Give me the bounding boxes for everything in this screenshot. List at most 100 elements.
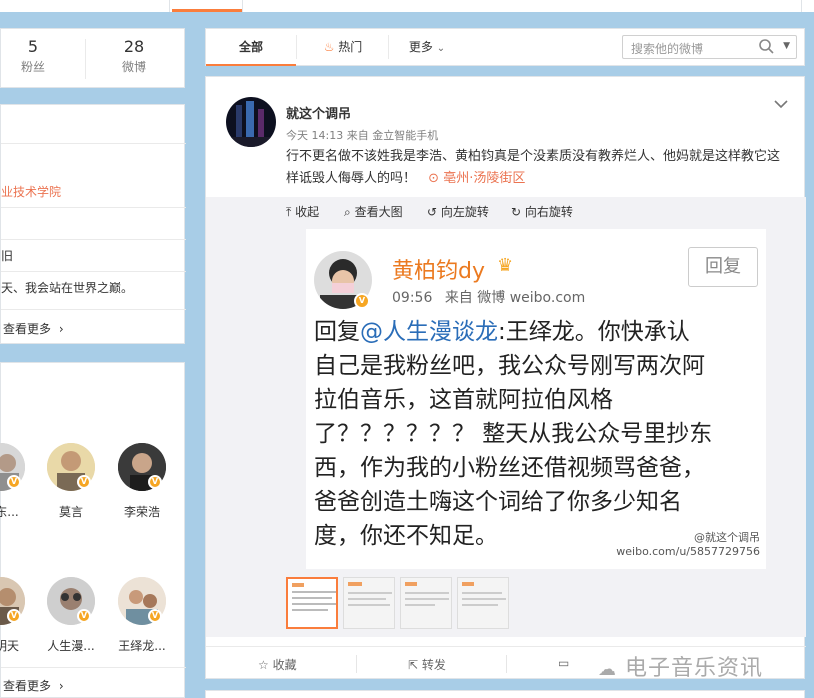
next-post bbox=[205, 690, 805, 698]
verified-icon: V bbox=[7, 475, 21, 489]
image-thumbnail[interactable] bbox=[457, 577, 509, 629]
stat-num: 28 bbox=[123, 37, 145, 56]
info-line: 旧 bbox=[1, 249, 14, 263]
stat-fans[interactable]: 5 粉丝 bbox=[0, 37, 73, 75]
comment-icon[interactable]: ▭ bbox=[558, 656, 569, 670]
tab-hot[interactable]: ♨ 热门 bbox=[298, 29, 388, 66]
watermark-text: 电子音乐资讯 bbox=[625, 656, 764, 681]
post-meta: 今天 14:13 来自 金立智能手机 bbox=[286, 129, 439, 142]
feed-tabs: 全部 ♨ 热门 更多 ⌄ 搜索他的微博 ▼ bbox=[205, 28, 805, 66]
profile-stats-panel: 5 粉丝 28 微博 bbox=[0, 28, 185, 88]
tab-all-label: 全部 bbox=[238, 40, 263, 54]
person-name[interactable]: 东... bbox=[0, 503, 37, 520]
chevron-down-icon[interactable] bbox=[774, 95, 788, 114]
person-name[interactable]: 王绎龙... bbox=[112, 637, 172, 654]
profile-info-panel: 业技术学院 旧 天、我会站在世界之巅。 查看更多 › bbox=[0, 104, 186, 344]
embedded-body-line: 回复@人生漫谈龙:王绎龙。你快承认 bbox=[314, 315, 764, 349]
see-more-label: 查看更多 bbox=[3, 679, 52, 693]
search-input[interactable]: 搜索他的微博 ▼ bbox=[622, 35, 797, 59]
star-icon: ☆ bbox=[258, 658, 269, 672]
fire-icon: ♨ bbox=[323, 40, 335, 54]
embedded-time: 09:56 来自 微博 weibo.com bbox=[392, 287, 585, 307]
search-placeholder: 搜索他的微博 bbox=[631, 42, 704, 56]
magnify-icon: ⌕ bbox=[344, 205, 351, 219]
embedded-source: 来自 微博 weibo.com bbox=[444, 290, 586, 306]
image-thumbnail[interactable] bbox=[400, 577, 452, 629]
watermark-url: weibo.com/u/5857729756 bbox=[616, 545, 760, 558]
verified-icon: V bbox=[148, 475, 162, 489]
school-link[interactable]: 业技术学院 bbox=[1, 183, 61, 200]
chevron-down-icon: ⌄ bbox=[436, 43, 446, 54]
weibo-post: 就这个调吊 今天 14:13 来自 金立智能手机 行不更名做不该姓我是李浩、黄柏… bbox=[205, 76, 806, 682]
tab-all[interactable]: 全部 bbox=[206, 29, 296, 66]
rotate-right-icon: ↻ bbox=[511, 205, 522, 219]
tab-hot-label: 热门 bbox=[338, 40, 363, 54]
stat-num: 5 bbox=[27, 37, 39, 56]
embedded-body-line: 了？？？？？？ 整天从我公众号里抄东 bbox=[314, 421, 713, 447]
image-thumbnail[interactable] bbox=[343, 577, 395, 629]
person-name[interactable]: 李荣浩 bbox=[112, 503, 172, 520]
chevron-right-icon: › bbox=[58, 322, 64, 336]
verified-icon: V bbox=[148, 609, 162, 623]
reply-prefix: 回复 bbox=[314, 319, 360, 345]
following-panel: V V V 东... 莫言 李荣浩 V V V 明天 人生漫... 王绎龙...… bbox=[0, 362, 186, 698]
chevron-right-icon: › bbox=[58, 679, 64, 693]
embedded-body-line: 自己是我粉丝吧，我公众号刚写两次阿 bbox=[314, 353, 705, 379]
see-more-link[interactable]: 查看更多 › bbox=[3, 320, 64, 337]
see-more-link[interactable]: 查看更多 › bbox=[3, 677, 64, 694]
rotate-left-label: 向左旋转 bbox=[440, 205, 489, 219]
author-avatar[interactable] bbox=[226, 97, 276, 147]
search-icon[interactable] bbox=[758, 38, 774, 57]
view-large-label: 查看大图 bbox=[354, 205, 403, 219]
watermark-overlay: ☁ 电子音乐资讯 bbox=[598, 650, 763, 682]
watermark-handle: @就这个调吊 bbox=[694, 531, 760, 544]
post-text: 行不更名做不该姓我是李浩、黄柏钧真是个没素质没有教养烂人、他妈就是这样教它这样诋… bbox=[286, 146, 786, 190]
person-name[interactable]: 莫言 bbox=[41, 503, 101, 520]
verified-icon: V bbox=[77, 475, 91, 489]
author-name[interactable]: 就这个调吊 bbox=[286, 103, 351, 122]
post-image[interactable]: V 黄柏钧dy ♛ 09:56 来自 微博 weibo.com 回复 回复@人生… bbox=[306, 229, 766, 569]
see-more-label: 查看更多 bbox=[3, 322, 52, 336]
embedded-body-line: 拉伯音乐，这首就阿拉伯风格 bbox=[314, 387, 613, 413]
rotate-left-button[interactable]: ↺ 向左旋转 bbox=[427, 203, 489, 220]
location-pin-icon: ⊙ bbox=[428, 171, 440, 186]
image-thumbnail[interactable] bbox=[286, 577, 338, 629]
embedded-mention: @人生漫谈龙 bbox=[360, 319, 498, 345]
tab-more[interactable]: 更多 ⌄ bbox=[392, 29, 462, 66]
post-text-body: 行不更名做不该姓我是李浩、黄柏钧真是个没素质没有教养烂人、他妈就是这样教它这样诋… bbox=[286, 149, 781, 186]
wechat-icon: ☁ bbox=[598, 659, 617, 680]
collapse-button[interactable]: ⤒ 收起 bbox=[286, 203, 319, 220]
favorite-button[interactable]: ☆ 收藏 bbox=[258, 656, 297, 673]
image-watermark: @就这个调吊 weibo.com/u/5857729756 bbox=[616, 529, 760, 558]
collapse-label: 收起 bbox=[295, 205, 320, 219]
top-tab-indicator bbox=[172, 9, 242, 12]
forward-icon: ⇱ bbox=[408, 658, 419, 672]
stat-weibo[interactable]: 28 微博 bbox=[94, 37, 174, 75]
verified-icon: V bbox=[354, 293, 370, 309]
crown-icon: ♛ bbox=[497, 255, 514, 276]
location-link[interactable]: 亳州·汤陵街区 bbox=[443, 171, 525, 186]
rotate-right-label: 向右旋转 bbox=[524, 205, 573, 219]
person-name[interactable]: 人生漫... bbox=[41, 637, 101, 654]
verified-icon: V bbox=[7, 609, 21, 623]
post-action-bar: ☆ 收藏 ⇱ 转发 ▭ ☁ 电子音乐资讯 bbox=[206, 646, 806, 682]
verified-icon: V bbox=[77, 609, 91, 623]
caret-down-icon[interactable]: ▼ bbox=[783, 41, 790, 51]
embedded-name: 黄柏钧dy bbox=[392, 259, 485, 284]
embedded-body-line: 爸爸创造土嗨这个词给了你多少知名 bbox=[314, 489, 682, 515]
top-strip bbox=[0, 0, 814, 12]
embedded-reply-button: 回复 bbox=[688, 247, 758, 287]
bio-text: 天、我会站在世界之巅。 bbox=[1, 281, 134, 295]
tab-more-label: 更多 bbox=[408, 40, 433, 54]
embedded-time-value: 09:56 bbox=[392, 290, 433, 306]
forward-button[interactable]: ⇱ 转发 bbox=[408, 656, 446, 673]
favorite-label: 收藏 bbox=[272, 658, 297, 672]
rotate-right-button[interactable]: ↻ 向右旋转 bbox=[511, 203, 573, 220]
arrow-up-icon: ⤒ bbox=[286, 205, 292, 219]
rotate-left-icon: ↺ bbox=[427, 205, 438, 219]
view-large-button[interactable]: ⌕ 查看大图 bbox=[344, 203, 403, 220]
stat-label: 微博 bbox=[121, 60, 146, 74]
forward-label: 转发 bbox=[421, 658, 446, 672]
embedded-body-text: :王绎龙。你快承认 bbox=[498, 319, 690, 345]
person-name[interactable]: 明天 bbox=[0, 637, 37, 654]
